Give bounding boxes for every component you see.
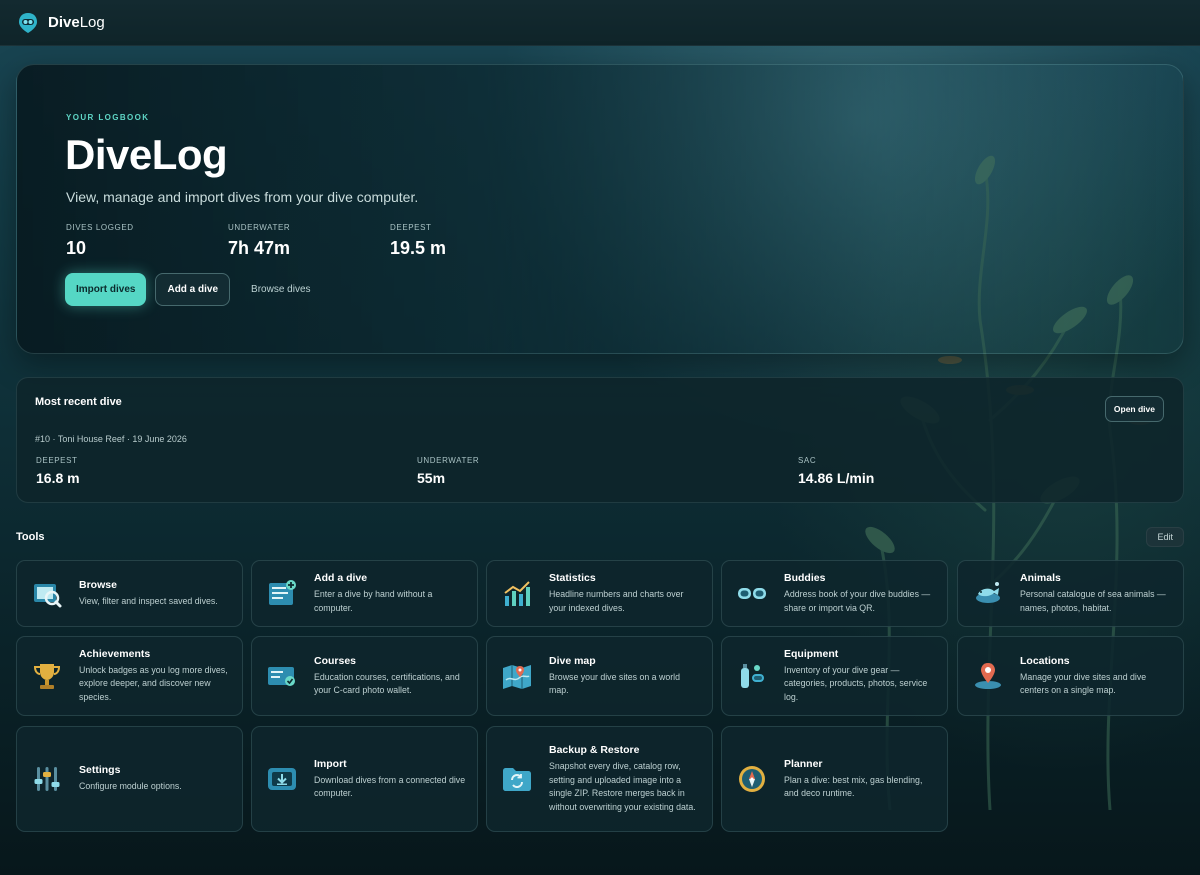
tool-card-add-dive[interactable]: Add a dive Enter a dive by hand without a… [251, 560, 478, 627]
tools-heading: Tools [16, 531, 45, 543]
recent-stat-underwater: UNDERWATER 55m [417, 456, 480, 486]
add-dive-icon [269, 579, 296, 605]
diver-mask-icon [19, 12, 37, 33]
stat-underwater: UNDERWATER 7h 47m [228, 223, 291, 258]
tool-card-import[interactable]: Import Download dives from a connected di… [251, 726, 478, 832]
buddies-icon [738, 587, 766, 599]
tool-card-courses[interactable]: Courses Education courses, certifications… [251, 636, 478, 716]
stat-dives-logged: DIVES LOGGED 10 [66, 223, 134, 258]
stat-deepest: DEEPEST 19.5 m [390, 223, 447, 258]
settings-icon [34, 767, 60, 791]
map-icon [503, 665, 531, 689]
hero-subtitle: View, manage and import dives from your … [66, 189, 419, 205]
hero-actions: Import dives Add a dive Browse dives [65, 273, 323, 306]
hero-panel: YOUR LOGBOOK DiveLog View, manage and im… [16, 64, 1184, 354]
add-dive-button[interactable]: Add a dive [155, 273, 231, 306]
brand-name[interactable]: DiveLog [48, 14, 105, 31]
courses-icon [268, 667, 295, 686]
tool-card-buddies[interactable]: Buddies Address book of your dive buddies… [721, 560, 948, 627]
import-icon [268, 768, 296, 790]
animals-icon [976, 581, 1000, 603]
recent-stat-deepest: DEEPEST 16.8 m [36, 456, 80, 486]
recent-stat-sac: SAC 14.86 L/min [798, 456, 875, 486]
equipment-icon [741, 664, 764, 688]
tool-card-dive-map[interactable]: Dive map Browse your dive sites on a worl… [486, 636, 713, 716]
tool-card-settings[interactable]: Settings Configure module options. [16, 726, 243, 832]
tool-card-animals[interactable]: Animals Personal catalogue of sea animals… [957, 560, 1184, 627]
backup-icon [503, 768, 531, 791]
open-dive-button[interactable]: Open dive [1104, 396, 1164, 422]
recent-dive-card: Most recent dive Open dive #10 · Toni Ho… [16, 377, 1184, 503]
tool-card-browse[interactable]: Browse View, filter and inspect saved div… [16, 560, 243, 627]
browse-icon [34, 583, 62, 607]
browse-dives-link[interactable]: Browse dives [239, 273, 322, 306]
statistics-icon [504, 580, 530, 606]
import-dives-button[interactable]: Import dives [65, 273, 147, 306]
hero-eyebrow: YOUR LOGBOOK [66, 113, 150, 122]
recent-dive-meta: #10 · Toni House Reef · 19 June 2026 [35, 434, 187, 444]
location-pin-icon [975, 663, 1001, 689]
tool-card-achievements[interactable]: Achievements Unlock badges as you log mor… [16, 636, 243, 716]
tool-card-statistics[interactable]: Statistics Headline numbers and charts ov… [486, 560, 713, 627]
tool-card-locations[interactable]: Locations Manage your dive sites and dive… [957, 636, 1184, 716]
compass-icon [739, 766, 765, 792]
recent-dive-title: Most recent dive [35, 396, 122, 408]
trophy-icon [33, 664, 61, 689]
page-title: DiveLog [65, 131, 228, 178]
tool-card-equipment[interactable]: Equipment Inventory of your dive gear — c… [721, 636, 948, 716]
tool-card-backup-restore[interactable]: Backup & Restore Snapshot every dive, cat… [486, 726, 713, 832]
edit-tools-button[interactable]: Edit [1146, 527, 1184, 547]
tool-card-planner[interactable]: Planner Plan a dive: best mix, gas blendi… [721, 726, 948, 832]
top-bar: DiveLog [0, 0, 1200, 46]
